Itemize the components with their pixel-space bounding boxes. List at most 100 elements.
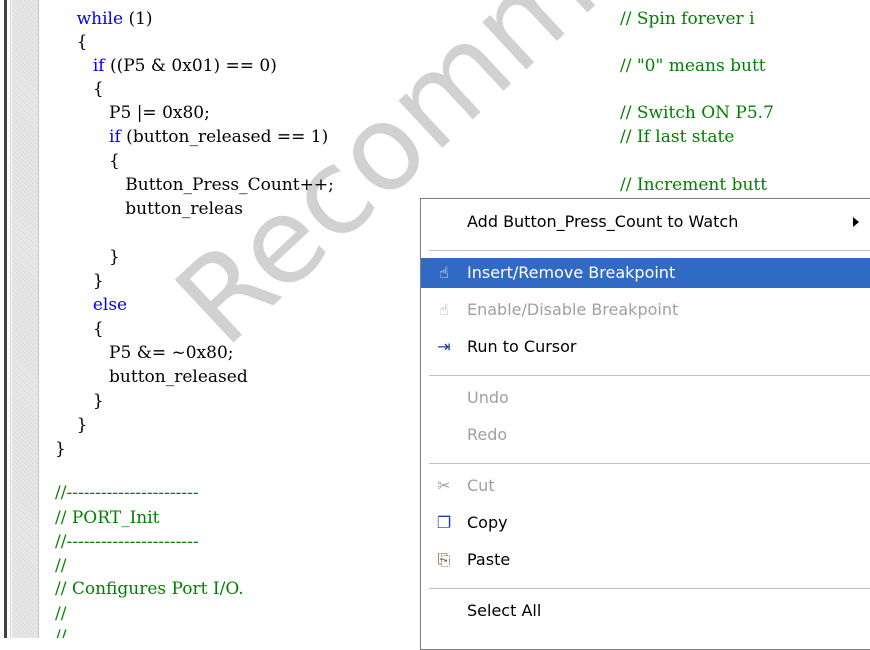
menu-select-all[interactable]: Select All — [421, 596, 870, 626]
submenu-arrow-icon — [853, 217, 859, 227]
menu-enable-disable-breakpoint[interactable]: ☝ Enable/Disable Breakpoint — [421, 295, 870, 325]
code-comment: // — [55, 627, 67, 638]
menu-item-label: Select All — [467, 601, 542, 620]
code-text: ((P5 & 0x01) == 0) — [104, 56, 277, 76]
code-trailing-comment: // Spin forever i — [620, 9, 755, 29]
menu-copy[interactable]: ❐ Copy — [421, 508, 870, 538]
hand-disabled-icon: ☝ — [439, 300, 449, 319]
code-text: button_released — [109, 367, 248, 387]
code-line[interactable]: button_released — [55, 366, 248, 388]
menu-paste[interactable]: ⎘ Paste — [421, 545, 870, 575]
code-trailing-comment: // Switch ON P5.7 — [620, 103, 774, 123]
menu-item-label: Run to Cursor — [467, 337, 577, 356]
code-line[interactable]: } — [55, 414, 88, 436]
code-text: Button_Press_Count++; — [125, 175, 334, 195]
menu-insert-remove-breakpoint[interactable]: ☝ Insert/Remove Breakpoint — [421, 258, 870, 288]
menu-item-label: Insert/Remove Breakpoint — [467, 263, 676, 282]
code-line[interactable]: Button_Press_Count++; — [55, 174, 334, 196]
code-line[interactable]: } — [55, 438, 66, 460]
menu-undo[interactable]: Undo — [421, 383, 870, 413]
code-text: } — [92, 391, 104, 411]
menu-item-label: Paste — [467, 550, 511, 569]
code-line[interactable]: } — [55, 246, 120, 268]
code-line[interactable]: { — [55, 31, 88, 53]
code-keyword: else — [92, 295, 128, 315]
editor-left-border — [0, 0, 11, 638]
code-text: { — [76, 32, 88, 52]
menu-item-label: Enable/Disable Breakpoint — [467, 300, 679, 319]
run-to-cursor-icon: ⇥ — [437, 337, 451, 356]
code-line[interactable]: { — [55, 78, 104, 100]
code-text: { — [92, 79, 104, 99]
code-text: } — [92, 271, 104, 291]
code-line[interactable]: while (1) — [55, 8, 153, 30]
code-line[interactable]: button_releas — [55, 198, 243, 220]
menu-separator — [429, 588, 870, 589]
code-line[interactable]: P5 &= ~0x80; — [55, 342, 234, 364]
menu-separator — [429, 250, 870, 251]
code-comment: // PORT_Init — [55, 508, 160, 528]
code-line[interactable]: } — [55, 270, 104, 292]
menu-item-label: Undo — [467, 388, 509, 407]
menu-item-label: Redo — [467, 425, 508, 444]
code-text: } — [76, 415, 88, 435]
code-line[interactable]: if ((P5 & 0x01) == 0) — [55, 55, 277, 77]
code-text: (button_released == 1) — [120, 127, 329, 147]
code-line[interactable]: //----------------------- — [55, 531, 199, 553]
code-line[interactable]: { — [55, 150, 120, 172]
code-text: } — [109, 247, 120, 267]
code-text: { — [109, 151, 120, 171]
code-line[interactable]: { — [55, 318, 104, 340]
code-keyword: while — [76, 9, 124, 29]
code-text: { — [92, 319, 104, 339]
menu-add-to-watch[interactable]: Add Button_Press_Count to Watch — [421, 207, 870, 237]
code-keyword: if — [92, 56, 105, 76]
menu-cut[interactable]: ✂ Cut — [421, 471, 870, 501]
code-text: P5 &= ~0x80; — [109, 343, 234, 363]
code-line[interactable]: P5 |= 0x80; — [55, 102, 210, 124]
code-line[interactable]: // — [55, 555, 66, 577]
menu-run-to-cursor[interactable]: ⇥ Run to Cursor — [421, 332, 870, 362]
menu-item-label: Copy — [467, 513, 508, 532]
code-keyword: if — [109, 127, 121, 147]
code-line[interactable]: else — [55, 294, 127, 316]
code-line[interactable]: } — [55, 390, 104, 412]
context-menu: Add Button_Press_Count to Watch ☝ Insert/R… — [420, 198, 870, 650]
code-comment: // — [55, 556, 67, 576]
menu-separator — [429, 463, 870, 464]
paste-icon: ⎘ — [437, 550, 451, 569]
code-line[interactable]: if (button_released == 1) — [55, 126, 328, 148]
code-line[interactable]: // PORT_Init — [55, 507, 160, 529]
code-text: button_releas — [125, 199, 243, 219]
code-line[interactable]: // — [55, 626, 66, 638]
copy-icon: ❐ — [436, 513, 452, 532]
code-line[interactable]: // Configures Port I/O. — [55, 578, 244, 600]
menu-separator — [429, 375, 870, 376]
menu-item-label: Cut — [467, 476, 495, 495]
code-comment: // Configures Port I/O. — [55, 579, 244, 599]
editor-gutter[interactable] — [12, 0, 39, 638]
menu-item-label: Add Button_Press_Count to Watch — [467, 212, 739, 231]
code-line[interactable]: //----------------------- — [55, 482, 199, 504]
scissors-icon: ✂ — [437, 476, 451, 495]
code-comment: // — [55, 604, 67, 624]
code-text: P5 |= 0x80; — [109, 103, 210, 123]
code-comment: //----------------------- — [55, 483, 199, 503]
menu-redo[interactable]: Redo — [421, 420, 870, 450]
code-line[interactable]: // — [55, 603, 66, 625]
code-trailing-comment: // "0" means butt — [620, 56, 766, 76]
code-trailing-comment: // Increment butt — [620, 175, 768, 195]
